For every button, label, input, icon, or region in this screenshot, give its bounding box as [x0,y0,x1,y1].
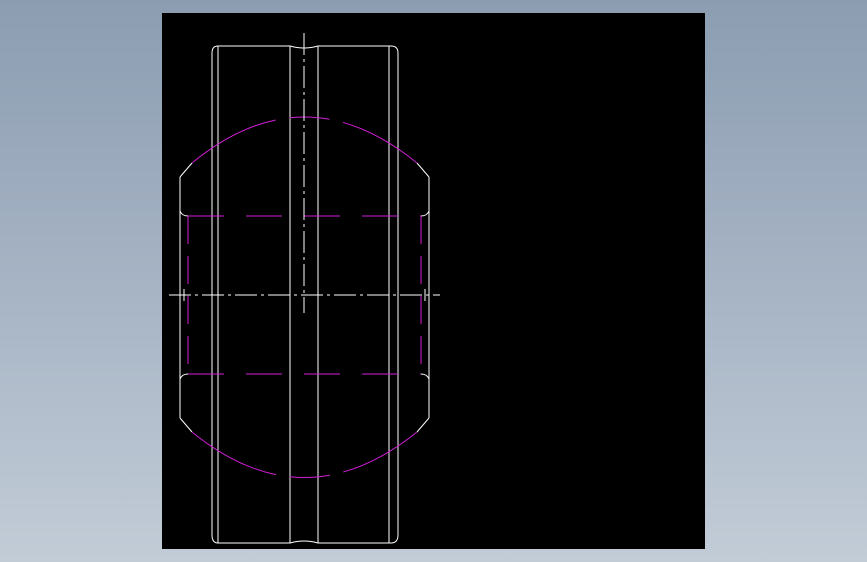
sphere-left-lower-corner [179,373,189,380]
cad-drawing-canvas [169,33,440,544]
sphere-right-top-chamfer [416,162,430,178]
sphere-left-upper-corner [179,210,189,217]
hidden-sphere-lower-arc [191,431,418,478]
ring-bottom-edge [218,540,391,544]
cad-drawing-viewport[interactable] [162,13,705,549]
sphere-right-upper-corner [420,210,430,217]
sphere-left-top-chamfer [179,162,193,178]
centerlines [169,33,440,313]
sphere-right-lower-corner [420,373,430,380]
sphere-left-bottom-chamfer [179,417,193,433]
sphere-right-bottom-chamfer [416,417,430,433]
